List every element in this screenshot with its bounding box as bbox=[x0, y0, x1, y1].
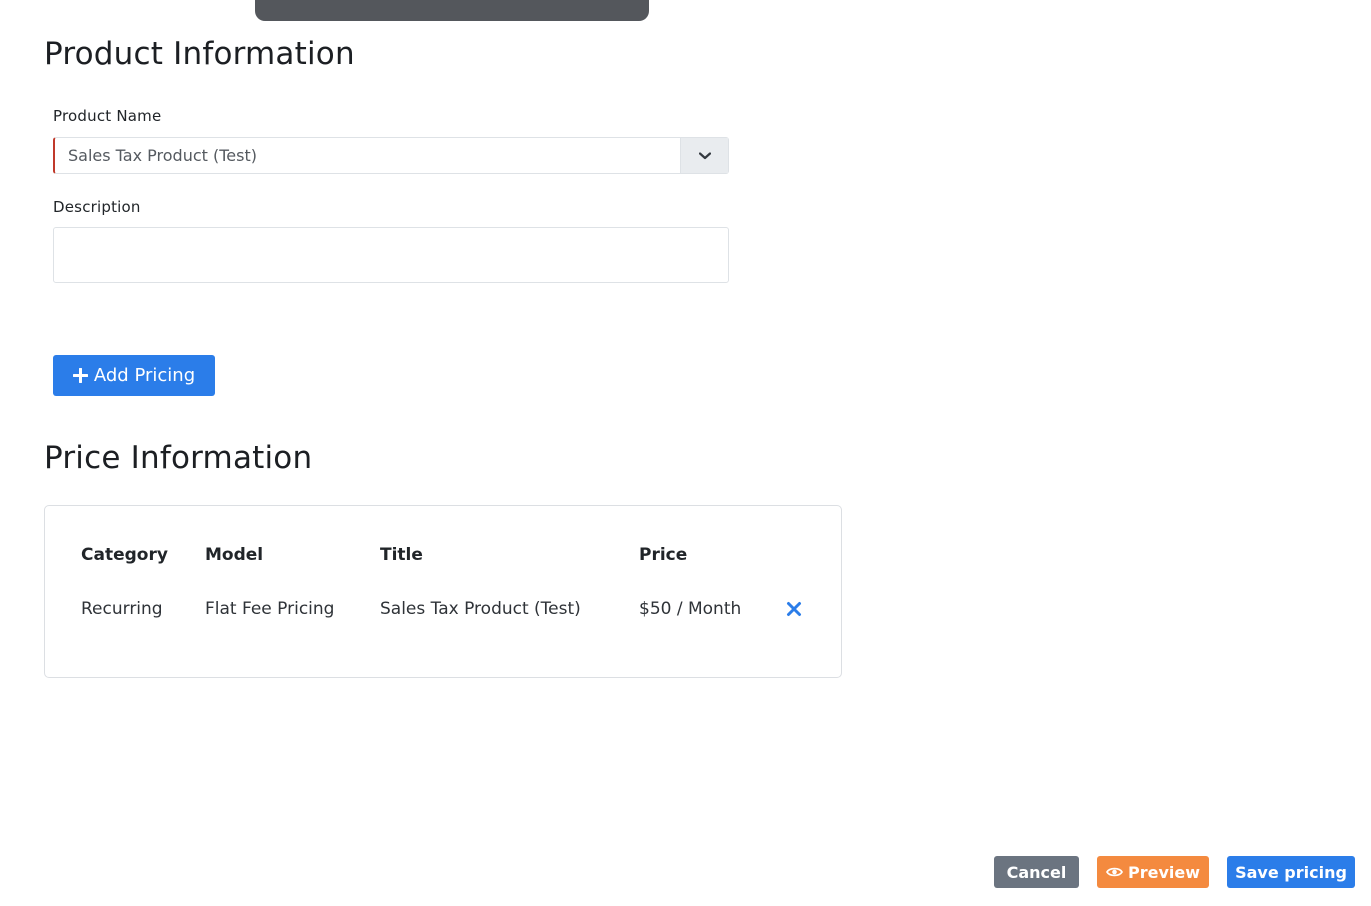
price-table: Category Model Title Price Recurring Fla… bbox=[44, 505, 842, 678]
price-information-title: Price Information bbox=[44, 440, 313, 476]
preview-label: Preview bbox=[1127, 862, 1200, 882]
chevron-down-icon bbox=[698, 151, 711, 159]
cell-category: Recurring bbox=[81, 599, 163, 619]
save-pricing-label: Save pricing bbox=[1235, 862, 1347, 882]
product-name-dropdown-toggle[interactable] bbox=[680, 138, 728, 173]
close-icon[interactable] bbox=[785, 600, 803, 618]
preview-button[interactable]: Preview bbox=[1097, 856, 1209, 888]
add-pricing-label: Add Pricing bbox=[93, 365, 196, 386]
cell-title: Sales Tax Product (Test) bbox=[380, 599, 581, 619]
column-header-category: Category bbox=[81, 545, 168, 565]
save-pricing-button[interactable]: Save pricing bbox=[1227, 856, 1355, 888]
cell-model: Flat Fee Pricing bbox=[205, 599, 335, 619]
description-label: Description bbox=[53, 198, 141, 216]
plus-icon bbox=[72, 368, 88, 383]
top-tab-bar bbox=[255, 0, 649, 21]
eye-icon bbox=[1105, 867, 1123, 877]
cell-price: $50 / Month bbox=[639, 599, 742, 619]
cancel-label: Cancel bbox=[1006, 862, 1067, 882]
column-header-price: Price bbox=[639, 545, 688, 565]
product-name-label: Product Name bbox=[53, 107, 162, 125]
add-pricing-button[interactable]: Add Pricing bbox=[53, 355, 215, 396]
product-name-value[interactable]: Sales Tax Product (Test) bbox=[55, 138, 680, 173]
product-name-select[interactable]: Sales Tax Product (Test) bbox=[53, 137, 729, 174]
column-header-model: Model bbox=[205, 545, 264, 565]
product-information-title: Product Information bbox=[44, 36, 355, 72]
column-header-title: Title bbox=[380, 545, 423, 565]
cancel-button[interactable]: Cancel bbox=[994, 856, 1079, 888]
description-field[interactable] bbox=[53, 227, 729, 283]
